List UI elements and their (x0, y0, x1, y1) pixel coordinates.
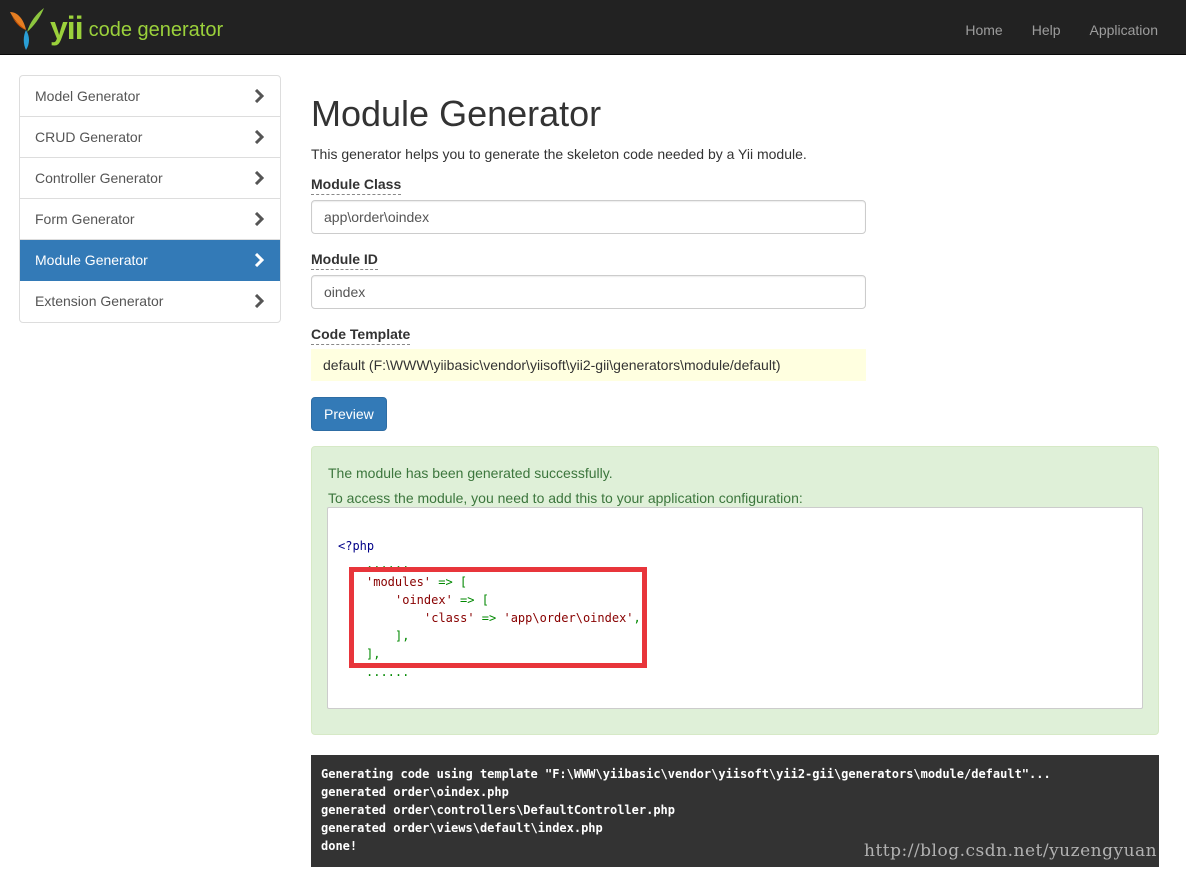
chevron-right-icon (254, 130, 264, 144)
brand-yii-text: yii (50, 10, 84, 46)
nav-help-link[interactable]: Help (1018, 0, 1075, 55)
chevron-right-icon (254, 171, 264, 185)
chevron-right-icon (254, 294, 264, 308)
sidebar-item-label: CRUD Generator (35, 129, 143, 145)
watermark-text: http://blog.csdn.net/yuzengyuan (864, 841, 1158, 861)
success-alert: The module has been generated successful… (311, 446, 1159, 735)
sidebar-item-label: Form Generator (35, 211, 135, 227)
module-class-input[interactable] (311, 200, 866, 234)
log-line: generated order\oindex.php (321, 785, 509, 799)
preview-button[interactable]: Preview (311, 397, 387, 431)
config-instruction: To access the module, you need to add th… (328, 490, 803, 506)
sidebar-item-label: Extension Generator (35, 293, 164, 309)
brand-link[interactable]: yii code generator (6, 6, 223, 50)
chevron-right-icon (254, 212, 264, 226)
yii-logo-icon (10, 8, 44, 50)
sidebar-item-module-generator[interactable]: Module Generator (20, 240, 280, 281)
nav-application-link[interactable]: Application (1076, 0, 1186, 55)
chevron-right-icon (254, 89, 264, 103)
nav-home-link[interactable]: Home (951, 0, 1016, 55)
log-line: generated order\controllers\DefaultContr… (321, 803, 676, 817)
log-line: Generating code using template "F:\WWW\y… (321, 767, 1051, 781)
code-open-tag: <?php (338, 539, 375, 553)
top-nav: Home Help Application (951, 0, 1186, 55)
log-line: generated order\views\default\index.php (321, 821, 603, 835)
brand-subtitle: code generator (88, 19, 224, 41)
generator-sidebar: Model Generator CRUD Generator Controlle… (19, 75, 281, 323)
sidebar-item-label: Module Generator (35, 252, 148, 268)
sidebar-item-crud-generator[interactable]: CRUD Generator (20, 117, 280, 158)
sidebar-item-extension-generator[interactable]: Extension Generator (20, 281, 280, 322)
module-id-input[interactable] (311, 275, 866, 309)
sidebar-item-model-generator[interactable]: Model Generator (20, 76, 280, 117)
page-title: Module Generator (311, 93, 602, 134)
highlight-box (349, 567, 647, 668)
config-code-block: <?php ...... 'modules' => [ 'oindex' => … (327, 507, 1143, 709)
page-description: This generator helps you to generate the… (311, 146, 807, 162)
code-template-label: Code Template (311, 325, 411, 345)
sidebar-item-label: Controller Generator (35, 170, 163, 186)
sidebar-item-form-generator[interactable]: Form Generator (20, 199, 280, 240)
sidebar-item-label: Model Generator (35, 88, 141, 104)
code-template-select[interactable]: default (F:\WWW\yiibasic\vendor\yiisoft\… (311, 349, 866, 381)
chevron-right-icon (254, 253, 264, 267)
module-class-label: Module Class (311, 175, 402, 195)
success-message: The module has been generated successful… (328, 465, 613, 481)
sidebar-item-controller-generator[interactable]: Controller Generator (20, 158, 280, 199)
top-navbar: yii code generator Home Help Application (0, 0, 1186, 55)
module-id-label: Module ID (311, 250, 378, 270)
